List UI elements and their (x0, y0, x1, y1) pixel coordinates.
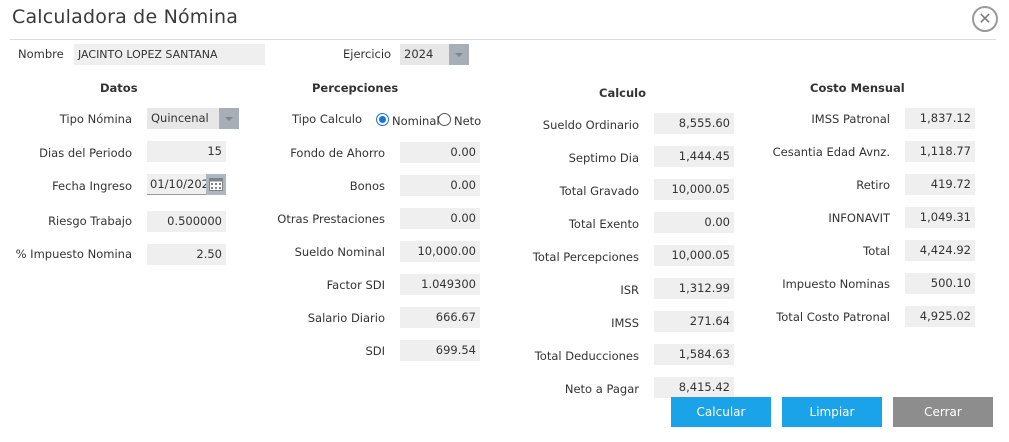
septimo-dia-label: Septimo Dia (568, 151, 639, 165)
datos-section-title: Datos (100, 81, 138, 95)
total-gravado-label: Total Gravado (559, 184, 639, 198)
isr-field: 1,312.99 (654, 278, 734, 299)
tipo-nomina-select[interactable]: Quincenal (147, 108, 239, 129)
dias-periodo-field[interactable]: 15 (147, 141, 226, 162)
riesgo-trabajo-label: Riesgo Trabajo (48, 214, 132, 228)
radio-neto-label[interactable]: Neto (454, 114, 481, 128)
impuesto-nomina-field[interactable]: 2.50 (147, 244, 226, 265)
ejercicio-label: Ejercicio (343, 47, 392, 61)
retiro-field: 419.72 (905, 174, 975, 195)
calcular-button[interactable]: Calcular (671, 397, 771, 427)
total-label: Total (863, 244, 890, 258)
sdi-label: SDI (365, 344, 385, 358)
payroll-calculator-dialog: Calculadora de Nómina ✕ Nombre JACINTO L… (0, 0, 1009, 442)
isr-label: ISR (620, 283, 639, 297)
retiro-label: Retiro (856, 178, 890, 192)
imss-patronal-label: IMSS Patronal (811, 112, 890, 126)
total-percepciones-field: 10,000.05 (654, 245, 734, 266)
factor-sdi-label: Factor SDI (326, 278, 385, 292)
limpiar-button[interactable]: Limpiar (782, 397, 882, 427)
neto-pagar-field: 8,415.42 (654, 377, 734, 398)
fondo-ahorro-label: Fondo de Ahorro (290, 146, 385, 160)
ejercicio-value: 2024 (404, 47, 434, 61)
tipo-nomina-label: Tipo Nómina (59, 112, 132, 126)
septimo-dia-field: 1,444.45 (654, 146, 734, 167)
header-divider (10, 39, 996, 40)
imss-field: 271.64 (654, 311, 734, 332)
infonavit-field: 1,049.31 (905, 207, 975, 228)
imss-patronal-field: 1,837.12 (905, 108, 975, 129)
tipo-calculo-label: Tipo Calculo (292, 112, 362, 126)
fecha-ingreso-label: Fecha Ingreso (52, 179, 132, 193)
total-field: 4,424.92 (905, 240, 975, 261)
nombre-field[interactable]: JACINTO LOPEZ SANTANA (74, 44, 265, 65)
sueldo-ordinario-field: 8,555.60 (654, 113, 734, 134)
impuesto-nominas-label: Impuesto Nominas (782, 277, 890, 291)
total-costo-patronal-label: Total Costo Patronal (776, 310, 890, 324)
otras-prestaciones-field[interactable]: 0.00 (400, 208, 480, 229)
bonos-field[interactable]: 0.00 (400, 175, 480, 196)
impuesto-nomina-label: % Impuesto Nomina (15, 247, 132, 261)
impuesto-nominas-field: 500.10 (905, 273, 975, 294)
chevron-down-icon[interactable] (449, 44, 469, 65)
sdi-field: 699.54 (400, 340, 480, 361)
percepciones-section-title: Percepciones (312, 81, 399, 95)
radio-nominal[interactable] (376, 113, 389, 126)
sueldo-nominal-label: Sueldo Nominal (294, 245, 385, 259)
riesgo-trabajo-field[interactable]: 0.500000 (147, 211, 226, 232)
fondo-ahorro-field[interactable]: 0.00 (400, 142, 480, 163)
factor-sdi-field: 1.049300 (400, 274, 480, 295)
costo-mensual-section-title: Costo Mensual (810, 81, 905, 95)
dias-periodo-label: Dias del Periodo (39, 146, 132, 160)
dialog-title: Calculadora de Nómina (12, 6, 239, 28)
fecha-ingreso-field[interactable]: 01/10/2024 (147, 174, 226, 195)
total-percepciones-label: Total Percepciones (532, 250, 639, 264)
total-exento-field: 0.00 (654, 212, 734, 233)
radio-nominal-label[interactable]: Nominal (392, 114, 440, 128)
close-icon: ✕ (978, 9, 992, 28)
total-gravado-field: 10,000.05 (654, 179, 734, 200)
cerrar-button[interactable]: Cerrar (893, 397, 993, 427)
ejercicio-select[interactable]: 2024 (400, 44, 469, 65)
calendar-icon[interactable] (206, 174, 226, 195)
calculo-section-title: Calculo (599, 86, 646, 100)
neto-pagar-label: Neto a Pagar (564, 382, 639, 396)
salario-diario-field: 666.67 (400, 307, 480, 328)
cesantia-label: Cesantia Edad Avnz. (772, 145, 890, 159)
otras-prestaciones-label: Otras Prestaciones (277, 212, 385, 226)
nombre-label: Nombre (18, 47, 64, 61)
chevron-down-icon[interactable] (219, 108, 239, 129)
total-deducciones-field: 1,584.63 (654, 344, 734, 365)
imss-label: IMSS (611, 316, 639, 330)
infonavit-label: INFONAVIT (828, 211, 890, 225)
total-deducciones-label: Total Deducciones (534, 349, 639, 363)
bonos-label: Bonos (349, 179, 385, 193)
total-costo-patronal-field: 4,925.02 (905, 306, 975, 327)
total-exento-label: Total Exento (568, 217, 639, 231)
close-button[interactable]: ✕ (972, 6, 998, 32)
radio-neto[interactable] (438, 113, 451, 126)
tipo-nomina-value: Quincenal (151, 111, 209, 125)
cesantia-field: 1,118.77 (905, 141, 975, 162)
sueldo-nominal-field[interactable]: 10,000.00 (400, 241, 480, 262)
sueldo-ordinario-label: Sueldo Ordinario (542, 118, 639, 132)
salario-diario-label: Salario Diario (307, 311, 385, 325)
